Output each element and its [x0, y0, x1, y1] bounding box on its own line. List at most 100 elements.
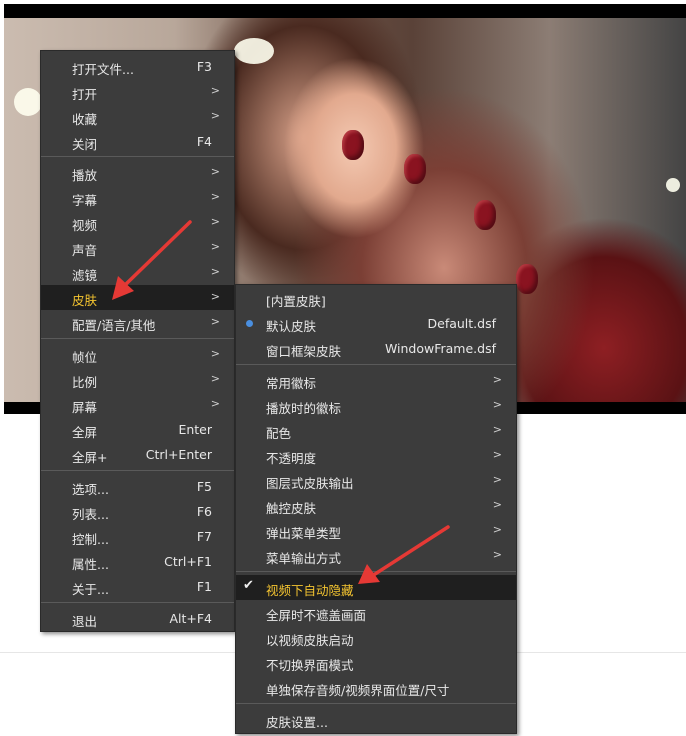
menu-item-label: 控制...	[72, 532, 109, 547]
menu-item-subtitles[interactable]: 字幕 >	[41, 185, 234, 210]
menu-item-shortcut: F6	[196, 504, 212, 519]
menu-item-label: 属性...	[72, 557, 109, 572]
submenu-arrow-icon: >	[210, 240, 220, 253]
submenu-item-common-logo[interactable]: 常用徽标 >	[236, 368, 516, 393]
menu-separator	[236, 571, 516, 572]
menu-item-shortcut: Enter	[178, 422, 212, 437]
submenu-item-auto-hide-under-video[interactable]: ✔ 视频下自动隐藏	[236, 575, 516, 600]
submenu-item-start-with-video-skin[interactable]: 以视频皮肤启动	[236, 625, 516, 650]
menu-item-open-file[interactable]: 打开文件... F3	[41, 54, 234, 79]
menu-item-skin[interactable]: 皮肤 >	[41, 285, 234, 310]
menu-item-fullscreen-plus[interactable]: 全屏+ Ctrl+Enter	[41, 442, 234, 467]
menu-item-screen[interactable]: 屏幕 >	[41, 392, 234, 417]
submenu-item-no-switch-ui-mode[interactable]: 不切换界面模式	[236, 650, 516, 675]
submenu-item-playback-logo[interactable]: 播放时的徽标 >	[236, 393, 516, 418]
menu-item-label: 收藏	[72, 112, 98, 127]
menu-item-frame[interactable]: 帧位 >	[41, 342, 234, 367]
submenu-arrow-icon: >	[492, 423, 502, 436]
menu-item-control[interactable]: 控制... F7	[41, 524, 234, 549]
submenu-arrow-icon: >	[210, 215, 220, 228]
submenu-arrow-icon: >	[210, 265, 220, 278]
submenu-item-save-audio-video-position[interactable]: 单独保存音频/视频界面位置/尺寸	[236, 675, 516, 700]
ceiling-light	[234, 38, 274, 64]
submenu-item-opacity[interactable]: 不透明度 >	[236, 443, 516, 468]
menu-item-favorites[interactable]: 收藏 >	[41, 104, 234, 129]
menu-separator	[236, 703, 516, 704]
menu-item-about[interactable]: 关于... F1	[41, 574, 234, 599]
menu-item-options[interactable]: 选项... F5	[41, 474, 234, 499]
menu-item-label: 皮肤设置...	[266, 715, 328, 730]
menu-item-shortcut: F4	[196, 134, 212, 149]
menu-item-label: 配色	[266, 426, 292, 441]
menu-item-label: 菜单输出方式	[266, 551, 342, 566]
submenu-item-skin-settings[interactable]: 皮肤设置...	[236, 707, 516, 732]
menu-item-label: 弹出菜单类型	[266, 526, 342, 541]
menu-item-label: 退出	[72, 614, 98, 629]
menu-separator	[41, 602, 234, 603]
submenu-arrow-icon: >	[492, 473, 502, 486]
menu-item-label: 全屏+	[72, 450, 108, 465]
main-context-menu: 打开文件... F3 打开 > 收藏 > 关闭 F4 播放 > 字幕 > 视频 …	[40, 50, 235, 632]
menu-item-label: 皮肤	[72, 293, 98, 308]
menu-item-label: [内置皮肤]	[266, 294, 326, 309]
menu-item-label: 关于...	[72, 582, 109, 597]
submenu-item-color-scheme[interactable]: 配色 >	[236, 418, 516, 443]
menu-item-label: 以视频皮肤启动	[266, 633, 354, 648]
ceiling-light	[666, 178, 680, 192]
menu-item-fullscreen[interactable]: 全屏 Enter	[41, 417, 234, 442]
submenu-item-touch-skin[interactable]: 触控皮肤 >	[236, 493, 516, 518]
submenu-item-layered-skin-output[interactable]: 图层式皮肤输出 >	[236, 468, 516, 493]
menu-item-shortcut: Ctrl+F1	[164, 554, 212, 569]
submenu-arrow-icon: >	[210, 109, 220, 122]
menu-separator	[236, 364, 516, 365]
menu-item-exit[interactable]: 退出 Alt+F4	[41, 606, 234, 631]
menu-item-label: 不切换界面模式	[266, 658, 354, 673]
menu-item-audio[interactable]: 声音 >	[41, 235, 234, 260]
submenu-arrow-icon: >	[492, 448, 502, 461]
submenu-item-default-skin[interactable]: 默认皮肤 Default.dsf	[236, 311, 516, 336]
submenu-item-popup-menu-type[interactable]: 弹出菜单类型 >	[236, 518, 516, 543]
menu-item-label: 屏幕	[72, 400, 98, 415]
menu-item-label: 选项...	[72, 482, 109, 497]
menu-item-video[interactable]: 视频 >	[41, 210, 234, 235]
menu-item-open[interactable]: 打开 >	[41, 79, 234, 104]
fingernail	[404, 154, 426, 184]
submenu-arrow-icon: >	[210, 397, 220, 410]
menu-item-close[interactable]: 关闭 F4	[41, 129, 234, 154]
menu-item-aspect-ratio[interactable]: 比例 >	[41, 367, 234, 392]
menu-item-label: 打开	[72, 87, 98, 102]
menu-item-config-language-other[interactable]: 配置/语言/其他 >	[41, 310, 234, 335]
menu-item-playback[interactable]: 播放 >	[41, 160, 234, 185]
menu-item-label: 默认皮肤	[266, 319, 317, 334]
menu-item-label: 声音	[72, 243, 98, 258]
menu-item-label: 帧位	[72, 350, 98, 365]
menu-item-label: 比例	[72, 375, 98, 390]
skin-file-name: WindowFrame.dsf	[384, 341, 496, 356]
submenu-arrow-icon: >	[210, 347, 220, 360]
submenu-item-menu-output-mode[interactable]: 菜单输出方式 >	[236, 543, 516, 568]
fingernail	[342, 130, 364, 160]
submenu-item-window-frame-skin[interactable]: 窗口框架皮肤 WindowFrame.dsf	[236, 336, 516, 361]
submenu-arrow-icon: >	[492, 398, 502, 411]
menu-item-properties[interactable]: 属性... Ctrl+F1	[41, 549, 234, 574]
menu-separator	[41, 338, 234, 339]
menu-item-playlist[interactable]: 列表... F6	[41, 499, 234, 524]
menu-item-label: 滤镜	[72, 268, 98, 283]
submenu-arrow-icon: >	[210, 84, 220, 97]
menu-item-shortcut: F5	[196, 479, 212, 494]
menu-item-filters[interactable]: 滤镜 >	[41, 260, 234, 285]
skin-submenu: [内置皮肤] 默认皮肤 Default.dsf 窗口框架皮肤 WindowFra…	[235, 284, 517, 734]
submenu-arrow-icon: >	[210, 315, 220, 328]
menu-item-shortcut: F1	[196, 579, 212, 594]
menu-item-label: 字幕	[72, 193, 98, 208]
submenu-arrow-icon: >	[210, 290, 220, 303]
menu-item-shortcut: F7	[196, 529, 212, 544]
menu-item-label: 视频	[72, 218, 98, 233]
menu-item-shortcut: F3	[196, 59, 212, 74]
submenu-item-builtin-skin-header: [内置皮肤]	[236, 286, 516, 311]
menu-item-shortcut: Alt+F4	[169, 611, 212, 626]
menu-item-label: 常用徽标	[266, 376, 317, 391]
submenu-arrow-icon: >	[492, 373, 502, 386]
submenu-item-fullscreen-no-cover[interactable]: 全屏时不遮盖画面	[236, 600, 516, 625]
menu-item-label: 窗口框架皮肤	[266, 344, 342, 359]
